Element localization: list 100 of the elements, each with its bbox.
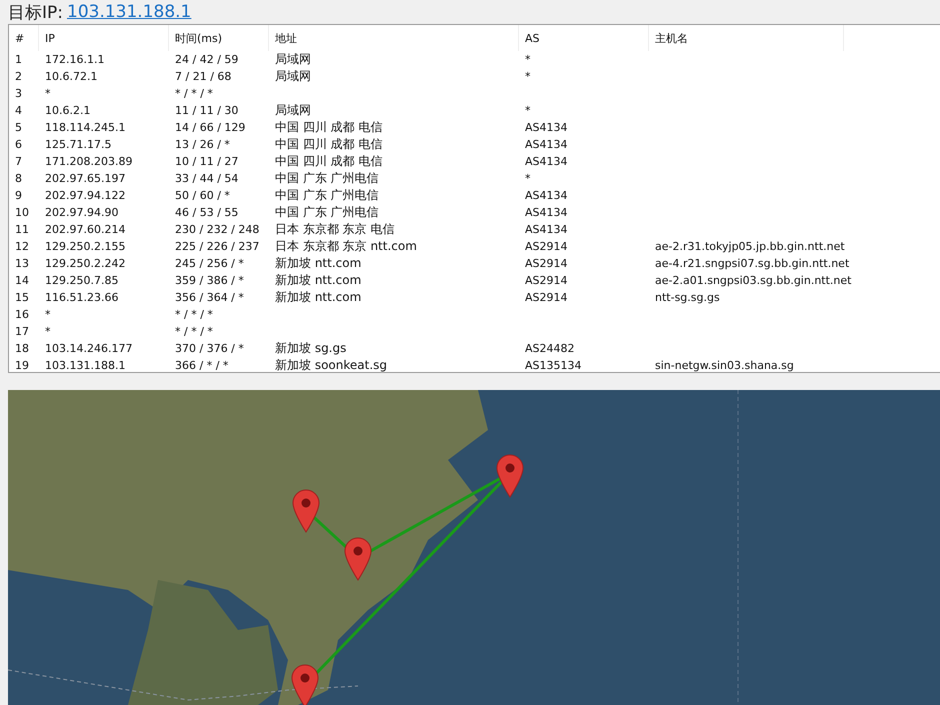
table-cell: 5 (15, 121, 22, 134)
table-cell: * (45, 308, 50, 321)
table-cell: 103.131.188.1 (45, 359, 126, 372)
table-cell: 新加坡 ntt.com (275, 290, 362, 304)
table-cell: 356 / 364 / * (175, 291, 244, 304)
table-cell: 日本 东京都 东京 ntt.com (275, 239, 417, 253)
table-cell: 17 (15, 325, 29, 338)
table-cell: 125.71.17.5 (45, 138, 112, 151)
map-pin-icon[interactable] (292, 490, 320, 532)
table-cell: AS4134 (525, 206, 568, 219)
table-cell: 129.250.7.85 (45, 274, 118, 287)
table-cell: * (45, 325, 50, 338)
table-cell: ae-4.r21.sngpsi07.sg.bb.gin.ntt.net (655, 257, 850, 270)
table-cell: AS2914 (525, 274, 568, 287)
table-cell: AS135134 (525, 359, 582, 372)
table-cell: 4 (15, 104, 22, 117)
table-cell: 8 (15, 172, 22, 185)
column-header[interactable]: 地址 (269, 25, 519, 51)
table-cell: 18 (15, 342, 29, 355)
column-header[interactable]: AS (519, 25, 649, 51)
table-cell: 中国 四川 成都 电信 (275, 154, 382, 168)
table-cell: 13 / 26 / * (175, 138, 230, 151)
table-cell: 172.16.1.1 (45, 53, 104, 66)
table-cell: 15 (15, 291, 29, 304)
table-cell: 118.114.245.1 (45, 121, 126, 134)
table-cell: 50 / 60 / * (175, 189, 230, 202)
map-pin-icon[interactable] (344, 538, 372, 580)
table-cell: AS2914 (525, 291, 568, 304)
table-cell: 33 / 44 / 54 (175, 172, 238, 185)
table-cell: 19 (15, 359, 29, 372)
table-cell: 1 (15, 53, 22, 66)
table-cell: AS4134 (525, 121, 568, 134)
table-cell: AS2914 (525, 257, 568, 270)
table-cell: sin-netgw.sin03.shana.sg (655, 359, 794, 372)
table-cell: 中国 四川 成都 电信 (275, 120, 382, 134)
table-cell: 10.6.72.1 (45, 70, 98, 83)
table-cell: * (525, 104, 530, 117)
table-cell: AS4134 (525, 189, 568, 202)
table-cell: 202.97.60.214 (45, 223, 126, 236)
table-cell: 14 / 66 / 129 (175, 121, 246, 134)
table-cell: 局域网 (275, 103, 311, 117)
column-header[interactable]: # (9, 25, 39, 51)
table-cell: ae-2.r31.tokyjp05.jp.bb.gin.ntt.net (655, 240, 845, 253)
table-cell: 225 / 226 / 237 (175, 240, 260, 253)
table-cell: 局域网 (275, 69, 311, 83)
table-cell: 7 (15, 155, 22, 168)
table-cell: AS2914 (525, 240, 568, 253)
table-cell: * (525, 70, 530, 83)
map-pin-icon[interactable] (292, 664, 318, 705)
table-cell: 129.250.2.155 (45, 240, 126, 253)
table-cell: 14 (15, 274, 29, 287)
column-header[interactable]: IP (39, 25, 169, 51)
table-cell: 370 / 376 / * (175, 342, 244, 355)
table-cell: 103.14.246.177 (45, 342, 132, 355)
target-label: 目标IP: (8, 2, 63, 24)
table-cell: 230 / 232 / 248 (175, 223, 260, 236)
column-header[interactable]: 主机名 (649, 25, 844, 51)
table-cell: 202.97.94.90 (45, 206, 118, 219)
table-cell: 245 / 256 / * (175, 257, 244, 270)
table-cell: AS4134 (525, 138, 568, 151)
table-cell: 16 (15, 308, 29, 321)
table-cell: 24 / 42 / 59 (175, 53, 238, 66)
table-cell: AS4134 (525, 155, 568, 168)
table-cell: 新加坡 sg.gs (275, 341, 346, 355)
table-cell: 中国 四川 成都 电信 (275, 137, 382, 151)
table-cell: 202.97.65.197 (45, 172, 126, 185)
table-cell: 10.6.2.1 (45, 104, 90, 117)
table-cell: ae-2.a01.sngpsi03.sg.bb.gin.ntt.net (655, 274, 852, 287)
table-cell: 3 (15, 87, 22, 100)
table-cell: 2 (15, 70, 22, 83)
table-cell: * (525, 172, 530, 185)
table-cell: 46 / 53 / 55 (175, 206, 238, 219)
table-cell: * / * / * (175, 87, 213, 100)
table-cell: 新加坡 soonkeat.sg (275, 358, 388, 372)
table-cell: 日本 东京都 东京 电信 (275, 222, 394, 236)
column-header[interactable]: 时间(ms) (169, 25, 269, 51)
table-cell: * / * / * (175, 325, 213, 338)
map-pin-icon[interactable] (496, 454, 524, 498)
table-cell: 366 / * / * (175, 359, 228, 372)
table-cell: 359 / 386 / * (175, 274, 244, 287)
table-cell: AS24482 (525, 342, 574, 355)
table-cell: * / * / * (175, 308, 213, 321)
table-cell: 171.208.203.89 (45, 155, 132, 168)
table-cell: 12 (15, 240, 29, 253)
table-cell: 中国 广东 广州电信 (275, 188, 379, 202)
table-cell: 新加坡 ntt.com (275, 256, 362, 270)
table-cell: * (45, 87, 50, 100)
target-ip-link[interactable]: 103.131.188.1 (67, 2, 192, 22)
table-cell: 6 (15, 138, 22, 151)
table-cell: 116.51.23.66 (45, 291, 118, 304)
table-cell: 9 (15, 189, 22, 202)
table-cell: 13 (15, 257, 29, 270)
table-cell: ntt-sg.sg.gs (655, 291, 720, 304)
table-cell: 11 / 11 / 30 (175, 104, 238, 117)
table-cell: 202.97.94.122 (45, 189, 126, 202)
table-cell: 11 (15, 223, 29, 236)
table-cell: 新加坡 ntt.com (275, 273, 362, 287)
table-cell: 10 (15, 206, 29, 219)
table-cell: 局域网 (275, 52, 311, 66)
table-cell: 129.250.2.242 (45, 257, 126, 270)
